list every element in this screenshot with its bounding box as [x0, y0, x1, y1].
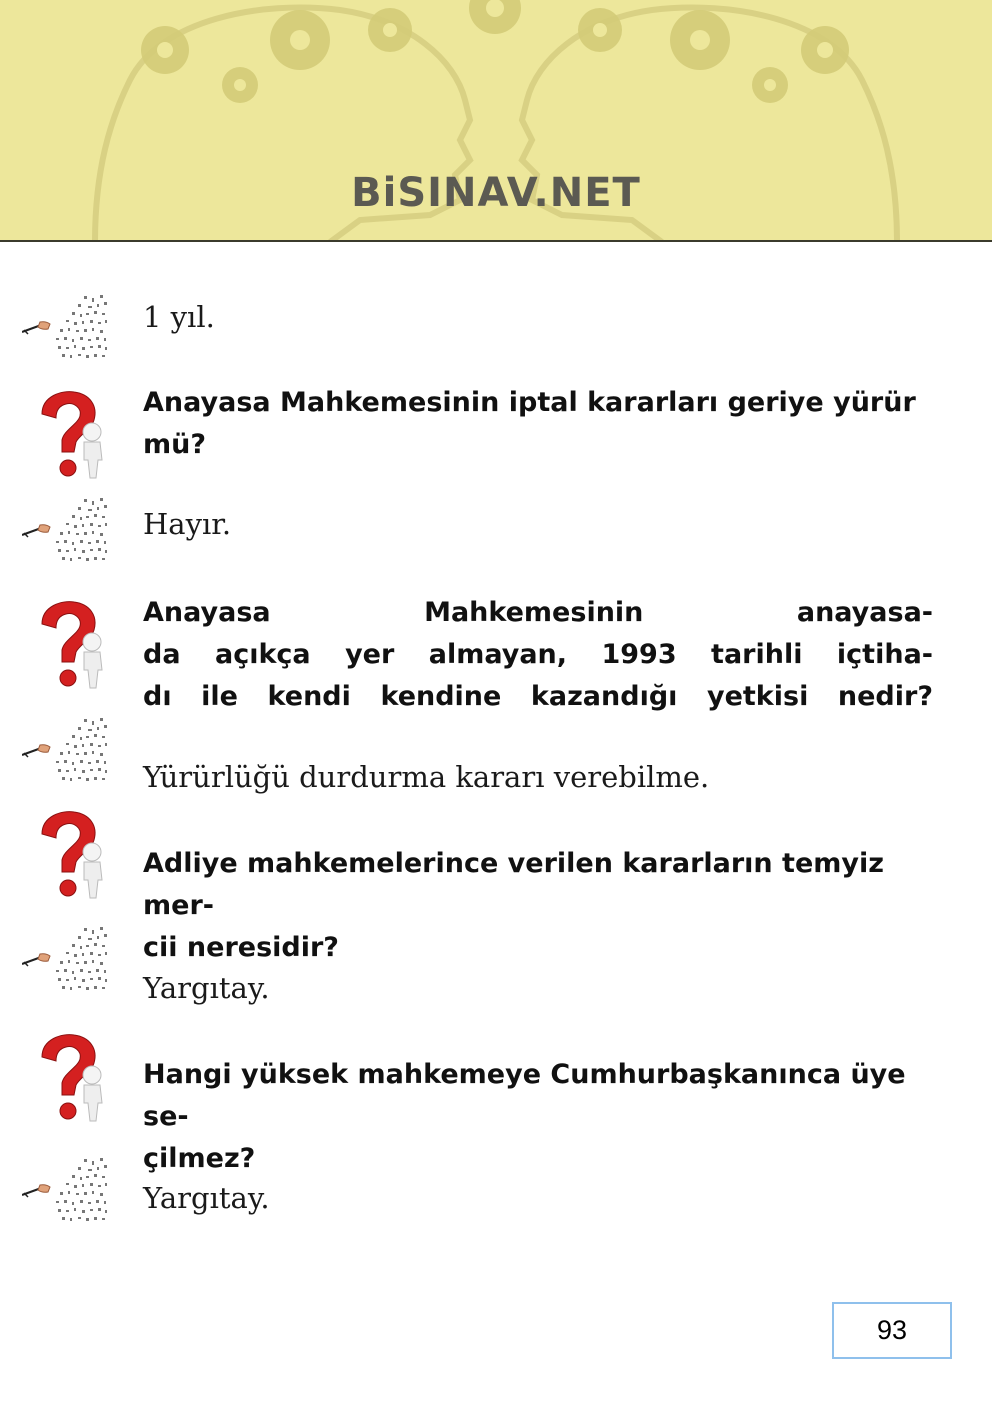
site-brand-logo: BiSINAV.NET — [351, 170, 641, 216]
question-text: Anayasa Mahkemesinin iptal kararları ger… — [143, 382, 933, 466]
answer-text: Hayır. — [143, 507, 232, 541]
question-mark-figure-icon — [41, 1034, 103, 1122]
answer-text: Yargıtay. — [143, 971, 270, 1005]
question-text: Adliye mahkemelerince verilen kararların… — [143, 843, 933, 969]
answer-text: 1 yıl. — [143, 300, 215, 334]
question-mark-figure-icon — [41, 391, 103, 479]
pen-writing-icon — [22, 926, 108, 991]
question-line: Adliye mahkemelerince verilen kararların… — [143, 848, 884, 921]
question-line: Hangi yüksek mahkemeye Cumhurbaşkanınca … — [143, 1059, 906, 1132]
header-banner: BiSINAV.NET — [0, 0, 992, 242]
question-line: da açıkça yer almayan, 1993 tarihli içti… — [143, 639, 933, 670]
pen-writing-icon — [22, 497, 108, 562]
question-line: Anayasa Mahkemesinin iptal kararları ger… — [143, 387, 916, 418]
answer-text: Yürürlüğü durdurma kararı verebilme. — [143, 760, 710, 794]
question-line: cii neresidir? — [143, 932, 339, 963]
question-text: Hangi yüksek mahkemeye Cumhurbaşkanınca … — [143, 1054, 933, 1180]
page-number-box: 93 — [832, 1302, 952, 1359]
question-line: çilmez? — [143, 1143, 256, 1174]
pen-writing-icon — [22, 1157, 108, 1222]
question-line: Anayasa Mahkemesinin anayasa- — [143, 597, 933, 628]
pen-writing-icon — [22, 294, 108, 359]
question-line: dı ile kendi kendine kazandığı yetkisi n… — [143, 681, 933, 712]
question-text: Anayasa Mahkemesinin anayasa- da açıkça … — [143, 592, 933, 718]
question-mark-figure-icon — [41, 601, 103, 689]
page-number: 93 — [876, 1315, 908, 1345]
question-mark-figure-icon — [41, 811, 103, 899]
question-line: mü? — [143, 429, 207, 460]
pen-writing-icon — [22, 717, 108, 782]
answer-text: Yargıtay. — [143, 1181, 270, 1215]
